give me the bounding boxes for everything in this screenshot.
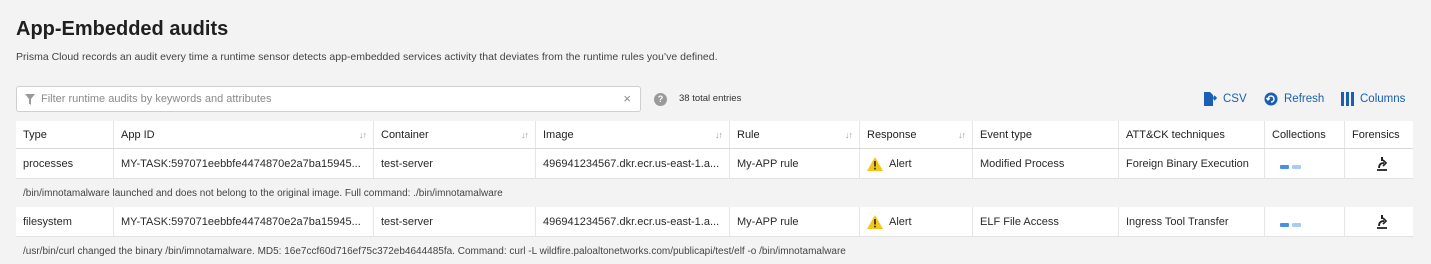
cell-response: Alert (860, 149, 973, 178)
cell-type: filesystem (16, 207, 114, 236)
table-row[interactable]: processes MY-TASK:597071eebbfe4474870e2a… (16, 149, 1413, 179)
refresh-button[interactable]: Refresh (1264, 91, 1324, 107)
page-description: Prisma Cloud records an audit every time… (16, 51, 718, 63)
cell-container: test-server (374, 149, 536, 178)
column-header-forensics[interactable]: Forensics (1345, 121, 1413, 148)
columns-label: Columns (1360, 93, 1406, 105)
sort-icon[interactable]: ↓↑ (958, 130, 966, 140)
table-row[interactable]: filesystem MY-TASK:597071eebbfe4474870e2… (16, 207, 1413, 237)
csv-button[interactable]: CSV (1203, 91, 1247, 107)
forensics-icon[interactable] (1375, 214, 1389, 229)
column-header-rule[interactable]: Rule ↓↑ (730, 121, 860, 148)
cell-forensics (1345, 149, 1413, 178)
filter-box[interactable]: × (16, 86, 641, 112)
column-header-collections[interactable]: Collections (1265, 121, 1345, 148)
refresh-label: Refresh (1284, 93, 1325, 105)
column-header-event-type[interactable]: Event type (973, 121, 1119, 148)
columns-icon (1341, 92, 1354, 106)
column-header-response[interactable]: Response ↓↑ (860, 121, 973, 148)
cell-app-id: MY-TASK:597071eebbfe4474870e2a7ba15945..… (114, 207, 374, 236)
cell-forensics (1345, 207, 1413, 236)
refresh-icon (1264, 92, 1278, 106)
cell-response: Alert (860, 207, 973, 236)
table-header: Type App ID ↓↑ Container ↓↑ Image ↓↑ Rule ↓↑… (16, 121, 1413, 149)
cell-rule: My-APP rule (730, 149, 860, 178)
row-detail: /usr/bin/curl changed the binary /bin/im… (16, 237, 1413, 264)
collections-icon[interactable] (1280, 222, 1301, 227)
cell-collections (1265, 207, 1345, 236)
filter-input[interactable] (41, 90, 611, 108)
cell-image: 496941234567.dkr.ecr.us-east-1.a... (536, 207, 730, 236)
column-header-app-id[interactable]: App ID ↓↑ (114, 121, 374, 148)
csv-export-icon (1204, 92, 1217, 106)
warning-icon (867, 214, 883, 229)
warning-icon (867, 156, 883, 171)
cell-image: 496941234567.dkr.ecr.us-east-1.a... (536, 149, 730, 178)
column-header-container[interactable]: Container ↓↑ (374, 121, 536, 148)
audits-table: Type App ID ↓↑ Container ↓↑ Image ↓↑ Rule ↓↑… (16, 121, 1413, 264)
csv-label: CSV (1223, 93, 1247, 105)
response-label: Alert (889, 157, 912, 170)
help-icon[interactable]: ? (654, 93, 667, 106)
columns-button[interactable]: Columns (1341, 91, 1405, 107)
column-header-image[interactable]: Image ↓↑ (536, 121, 730, 148)
forensics-icon[interactable] (1375, 156, 1389, 171)
cell-type: processes (16, 149, 114, 178)
sort-icon[interactable]: ↓↑ (521, 130, 529, 140)
column-header-type[interactable]: Type (16, 121, 114, 148)
cell-collections (1265, 149, 1345, 178)
cell-attck: Foreign Binary Execution (1119, 149, 1265, 178)
cell-rule: My-APP rule (730, 207, 860, 236)
response-label: Alert (889, 215, 912, 228)
cell-event-type: Modified Process (973, 149, 1119, 178)
clear-icon[interactable]: × (623, 91, 631, 106)
collections-icon[interactable] (1280, 164, 1301, 169)
row-detail: /bin/imnotamalware launched and does not… (16, 179, 1413, 207)
cell-event-type: ELF File Access (973, 207, 1119, 236)
cell-app-id: MY-TASK:597071eebbfe4474870e2a7ba15945..… (114, 149, 374, 178)
sort-icon[interactable]: ↓↑ (715, 130, 723, 140)
page-title: App-Embedded audits (16, 18, 229, 40)
cell-attck: Ingress Tool Transfer (1119, 207, 1265, 236)
cell-container: test-server (374, 207, 536, 236)
column-header-attck[interactable]: ATT&CK techniques (1119, 121, 1265, 148)
sort-icon[interactable]: ↓↑ (359, 130, 367, 140)
sort-icon[interactable]: ↓↑ (845, 130, 853, 140)
total-entries: 38 total entries (679, 93, 742, 104)
filter-icon (25, 94, 35, 105)
